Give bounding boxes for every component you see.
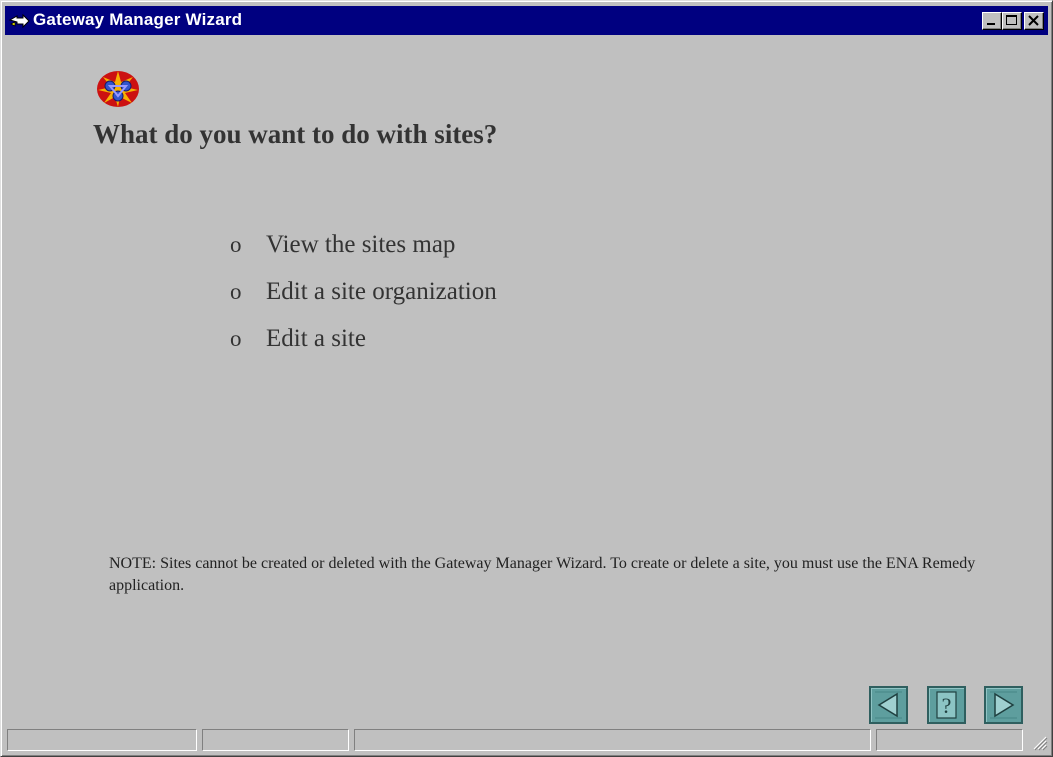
maximize-icon	[1006, 15, 1017, 25]
forward-arrow-icon	[990, 691, 1017, 719]
next-button[interactable]	[984, 686, 1023, 724]
help-button[interactable]: ?	[927, 686, 966, 724]
close-icon	[1028, 15, 1039, 26]
back-arrow-icon	[875, 691, 902, 719]
option-bullet: o	[230, 232, 242, 257]
minimize-button[interactable]	[982, 12, 1002, 30]
status-pane-4	[876, 729, 1023, 751]
note-text: NOTE: Sites cannot be created or deleted…	[109, 555, 976, 594]
back-button[interactable]	[869, 686, 908, 724]
minimize-icon	[987, 23, 995, 25]
window-title: Gateway Manager Wizard	[33, 10, 243, 29]
status-bar	[5, 729, 1050, 753]
help-glyph: ?	[942, 693, 952, 718]
help-icon: ?	[936, 691, 957, 719]
option-view-sites-map[interactable]: o View the sites map	[230, 231, 497, 278]
page-question: What do you want to do with sites?	[93, 119, 498, 149]
resize-grip-icon[interactable]	[1028, 731, 1048, 751]
close-button[interactable]	[1024, 12, 1044, 30]
option-edit-site[interactable]: o Edit a site	[230, 325, 497, 372]
title-bar[interactable]: Gateway Manager Wizard	[5, 6, 1048, 35]
maximize-button[interactable]	[1002, 12, 1022, 30]
status-pane-1	[7, 729, 197, 751]
option-bullet: o	[230, 279, 242, 304]
status-pane-2	[202, 729, 349, 751]
sites-network-icon	[97, 71, 139, 107]
site-options-list: o View the sites map o Edit a site organiz…	[230, 231, 497, 372]
option-bullet: o	[230, 326, 242, 351]
wizard-window: Gateway Manager Wizard What do you want …	[0, 0, 1053, 757]
status-pane-3	[354, 729, 871, 751]
option-label: View the sites map	[266, 231, 456, 258]
option-label: Edit a site organization	[266, 278, 497, 305]
option-edit-site-organization[interactable]: o Edit a site organization	[230, 278, 497, 325]
wizard-arrow-icon	[8, 13, 30, 29]
option-label: Edit a site	[266, 325, 366, 352]
